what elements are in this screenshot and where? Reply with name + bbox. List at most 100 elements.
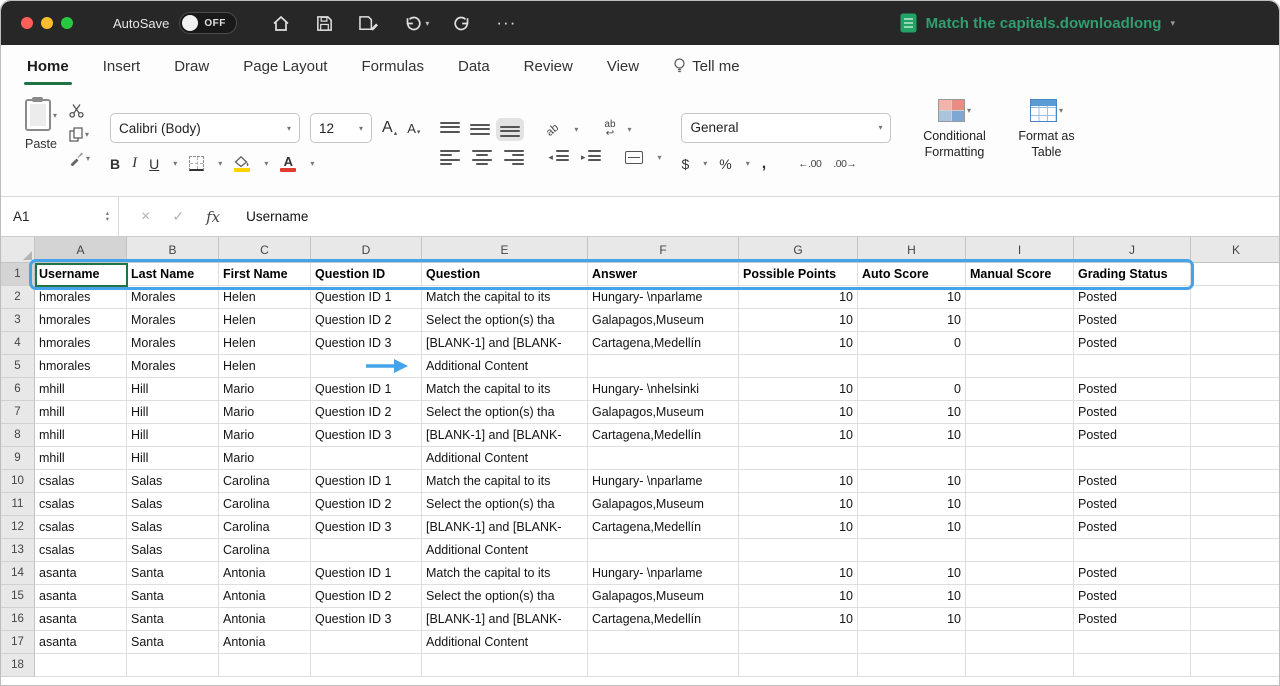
cell-I10[interactable] — [966, 470, 1074, 493]
cell-C12[interactable]: Carolina — [219, 516, 311, 539]
row-header-8[interactable]: 8 — [1, 424, 35, 447]
cell-H18[interactable] — [858, 654, 966, 677]
cell-F13[interactable] — [588, 539, 739, 562]
cell-I7[interactable] — [966, 401, 1074, 424]
cell-G15[interactable]: 10 — [739, 585, 858, 608]
cell-K11[interactable] — [1191, 493, 1280, 516]
cell-E9[interactable]: Additional Content — [422, 447, 588, 470]
cell-C13[interactable]: Carolina — [219, 539, 311, 562]
cell-I5[interactable] — [966, 355, 1074, 378]
cell-G9[interactable] — [739, 447, 858, 470]
cell-B1[interactable]: Last Name — [127, 263, 219, 286]
cell-C2[interactable]: Helen — [219, 286, 311, 309]
cell-F1[interactable]: Answer — [588, 263, 739, 286]
cell-C14[interactable]: Antonia — [219, 562, 311, 585]
fill-color-button[interactable] — [234, 156, 250, 172]
cell-B18[interactable] — [127, 654, 219, 677]
cell-D6[interactable]: Question ID 1 — [311, 378, 422, 401]
decrease-font-size-button[interactable]: A▾ — [407, 121, 420, 136]
cell-A11[interactable]: csalas — [35, 493, 127, 516]
cell-K4[interactable] — [1191, 332, 1280, 355]
cell-C9[interactable]: Mario — [219, 447, 311, 470]
italic-button[interactable]: I — [132, 155, 137, 172]
tab-formulas[interactable]: Formulas — [361, 58, 424, 75]
cell-G17[interactable] — [739, 631, 858, 654]
cell-B7[interactable]: Hill — [127, 401, 219, 424]
cell-C8[interactable]: Mario — [219, 424, 311, 447]
formula-content[interactable]: Username — [246, 209, 308, 224]
chevron-down-icon[interactable]: ▾ — [1170, 18, 1175, 29]
wrap-text-button[interactable]: ab↩ — [604, 120, 615, 138]
cell-E2[interactable]: Match the capital to its — [422, 286, 588, 309]
cell-F6[interactable]: Hungary- \nhelsinki — [588, 378, 739, 401]
row-header-5[interactable]: 5 — [1, 355, 35, 378]
row-header-10[interactable]: 10 — [1, 470, 35, 493]
undo-icon[interactable]: ▾ — [403, 15, 429, 32]
align-left-button[interactable] — [440, 150, 460, 165]
cell-I3[interactable] — [966, 309, 1074, 332]
tab-page-layout[interactable]: Page Layout — [243, 58, 327, 75]
align-top-button[interactable] — [440, 122, 460, 137]
cell-A16[interactable]: asanta — [35, 608, 127, 631]
cell-A18[interactable] — [35, 654, 127, 677]
close-button[interactable] — [21, 17, 33, 29]
cell-I12[interactable] — [966, 516, 1074, 539]
column-header-F[interactable]: F — [588, 237, 739, 263]
cut-button[interactable] — [69, 103, 90, 118]
cell-E18[interactable] — [422, 654, 588, 677]
cell-E12[interactable]: [BLANK-1] and [BLANK- — [422, 516, 588, 539]
cell-A6[interactable]: mhill — [35, 378, 127, 401]
cell-K7[interactable] — [1191, 401, 1280, 424]
format-as-table-button[interactable]: ▾ Format as Table — [1015, 99, 1077, 160]
document-title[interactable]: Match the capitals.downloadlong — [926, 15, 1162, 32]
cell-A1[interactable]: Username — [35, 263, 127, 286]
cell-H15[interactable]: 10 — [858, 585, 966, 608]
cell-A8[interactable]: mhill — [35, 424, 127, 447]
cell-E7[interactable]: Select the option(s) tha — [422, 401, 588, 424]
cell-E13[interactable]: Additional Content — [422, 539, 588, 562]
cell-F15[interactable]: Galapagos,Museum — [588, 585, 739, 608]
cell-I17[interactable] — [966, 631, 1074, 654]
cell-name-box[interactable]: A1 ▴▾ — [1, 197, 119, 236]
cell-J14[interactable]: Posted — [1074, 562, 1191, 585]
cell-K2[interactable] — [1191, 286, 1280, 309]
cell-A15[interactable]: asanta — [35, 585, 127, 608]
cell-C3[interactable]: Helen — [219, 309, 311, 332]
cell-J4[interactable]: Posted — [1074, 332, 1191, 355]
cell-K9[interactable] — [1191, 447, 1280, 470]
font-size-select[interactable]: 12 ▾ — [310, 113, 372, 143]
column-header-C[interactable]: C — [219, 237, 311, 263]
row-header-14[interactable]: 14 — [1, 562, 35, 585]
row-header-9[interactable]: 9 — [1, 447, 35, 470]
cell-C11[interactable]: Carolina — [219, 493, 311, 516]
cell-I16[interactable] — [966, 608, 1074, 631]
cell-A17[interactable]: asanta — [35, 631, 127, 654]
cell-I9[interactable] — [966, 447, 1074, 470]
cell-H7[interactable]: 10 — [858, 401, 966, 424]
row-header-1[interactable]: 1 — [1, 263, 35, 286]
cell-J6[interactable]: Posted — [1074, 378, 1191, 401]
cell-J16[interactable]: Posted — [1074, 608, 1191, 631]
cell-D9[interactable] — [311, 447, 422, 470]
number-format-select[interactable]: General ▾ — [681, 113, 891, 143]
cell-H10[interactable]: 10 — [858, 470, 966, 493]
cell-K8[interactable] — [1191, 424, 1280, 447]
cell-D15[interactable]: Question ID 2 — [311, 585, 422, 608]
cell-F17[interactable] — [588, 631, 739, 654]
row-header-7[interactable]: 7 — [1, 401, 35, 424]
cell-H6[interactable]: 0 — [858, 378, 966, 401]
cell-K5[interactable] — [1191, 355, 1280, 378]
cell-D14[interactable]: Question ID 1 — [311, 562, 422, 585]
cell-F16[interactable]: Cartagena,Medellín — [588, 608, 739, 631]
cell-H11[interactable]: 10 — [858, 493, 966, 516]
cell-B9[interactable]: Hill — [127, 447, 219, 470]
cell-H13[interactable] — [858, 539, 966, 562]
cell-K16[interactable] — [1191, 608, 1280, 631]
cell-B16[interactable]: Santa — [127, 608, 219, 631]
cell-A7[interactable]: mhill — [35, 401, 127, 424]
row-header-3[interactable]: 3 — [1, 309, 35, 332]
cell-E15[interactable]: Select the option(s) tha — [422, 585, 588, 608]
row-header-16[interactable]: 16 — [1, 608, 35, 631]
cell-J12[interactable]: Posted — [1074, 516, 1191, 539]
tab-view[interactable]: View — [607, 58, 639, 75]
